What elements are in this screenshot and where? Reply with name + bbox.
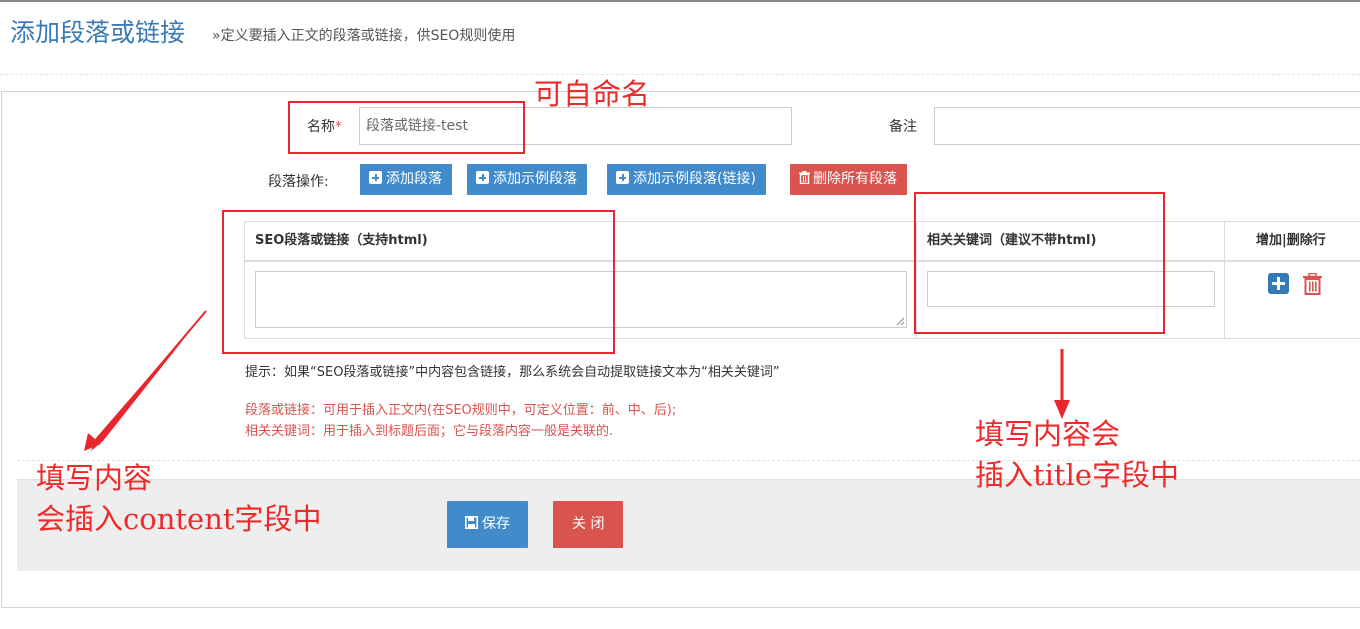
annotation-content-line2: 会插入content字段中 <box>36 502 322 536</box>
annotation-content-line1: 填写内容 <box>36 461 153 495</box>
annotation-title-line2: 插入title字段中 <box>975 458 1180 492</box>
annotation-title-line1: 填写内容会 <box>975 417 1121 451</box>
